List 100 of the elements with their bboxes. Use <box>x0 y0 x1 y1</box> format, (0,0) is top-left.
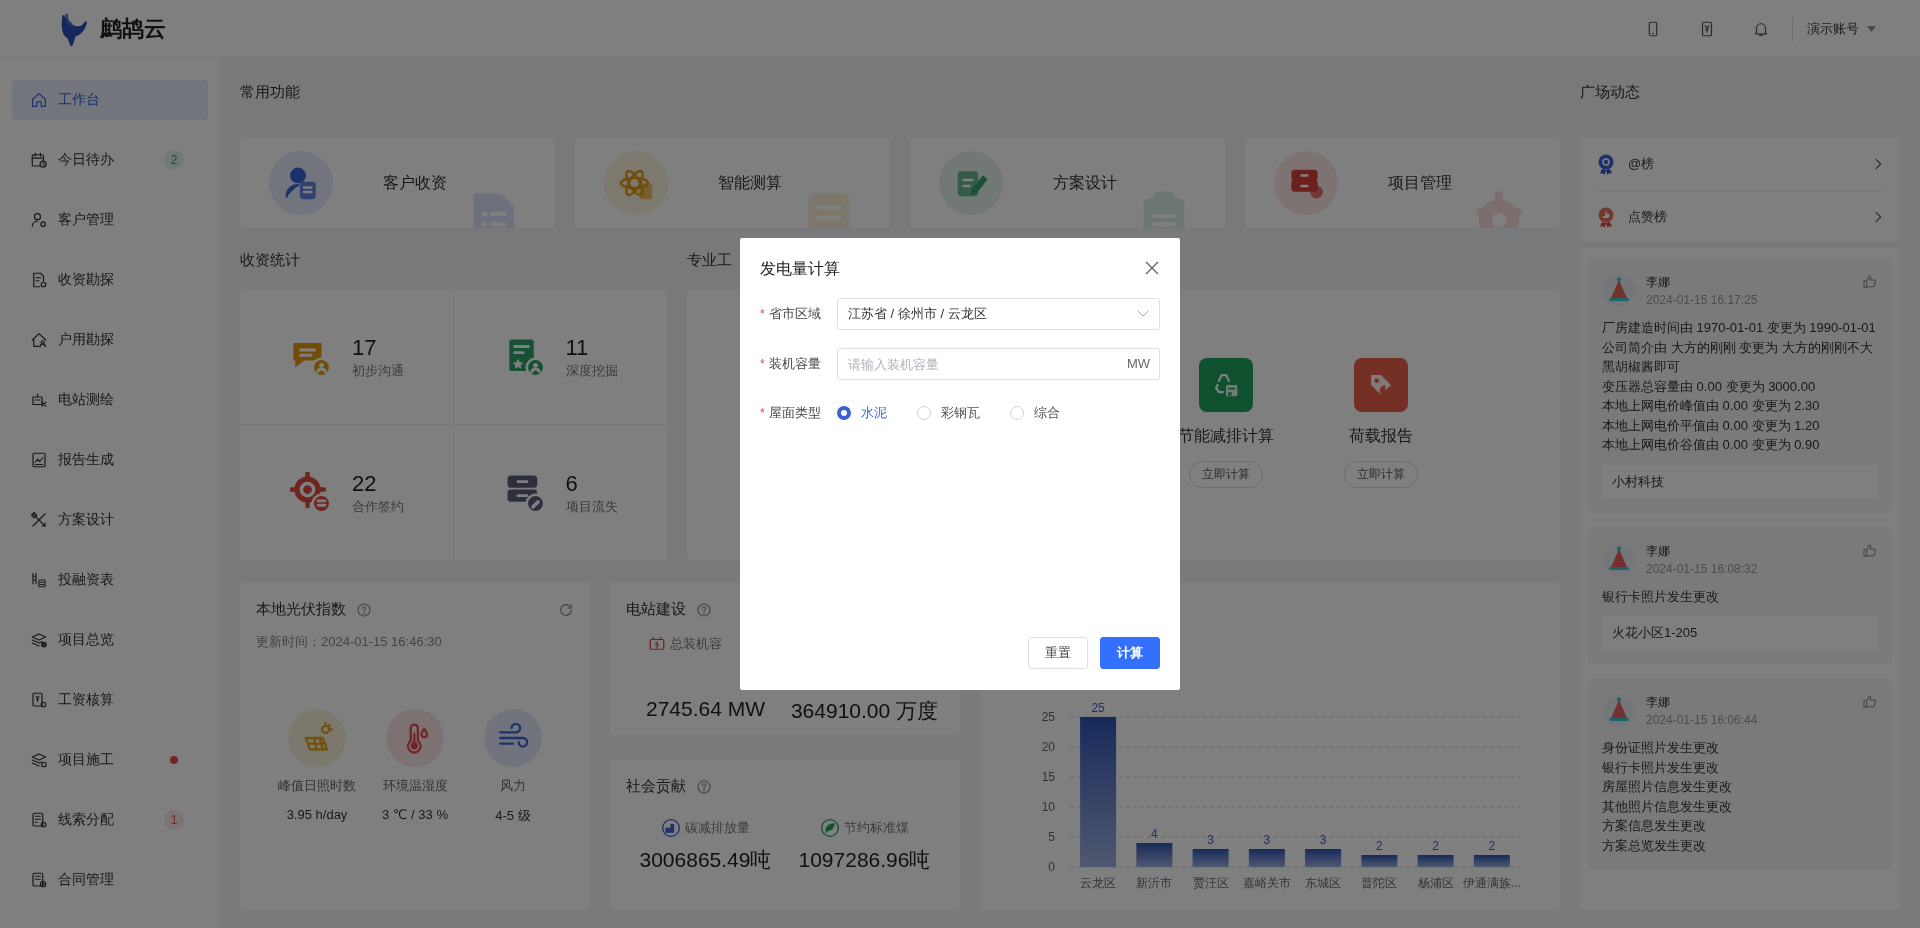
yen-document-gear-icon <box>30 691 48 709</box>
stat-label: 深度挖掘 <box>565 362 618 380</box>
home-icon <box>30 91 48 109</box>
metric-label: 环境温湿度 <box>382 777 448 795</box>
target-gear-icon <box>290 471 332 514</box>
sidebar-item[interactable]: 报告生成 <box>12 440 208 480</box>
caret-icon <box>1867 25 1876 32</box>
user-gear-icon <box>30 211 48 229</box>
radio-option[interactable]: 彩钢瓦 <box>917 404 980 422</box>
party-hat-avatar <box>1602 694 1636 728</box>
chevron-down-icon <box>1137 310 1149 318</box>
change-record: 银行卡照片发生更改 <box>1602 758 1720 777</box>
card-title: 电站建设 <box>626 600 686 619</box>
bar <box>1417 855 1454 867</box>
factory-circle-icon <box>661 818 681 838</box>
calculate-button[interactable]: 立即计算 <box>1189 461 1263 488</box>
sidebar-item[interactable]: 工作台 <box>12 80 208 120</box>
change-record: 方案总览发生更改 <box>1602 836 1707 855</box>
region-select[interactable]: 江苏省 / 徐州市 / 云龙区 <box>837 298 1160 330</box>
sidebar-item[interactable]: 项目施工 <box>12 740 208 780</box>
metric-label: 风力 <box>500 777 526 795</box>
section-title: 广场动态 <box>1580 82 1641 102</box>
change-record: 变压器总容量由 0.00 变更为 3000.00 <box>1602 377 1817 396</box>
data-label: 3 <box>1319 833 1327 847</box>
card-title: 本地光伏指数 <box>256 600 346 619</box>
sidebar-item[interactable]: 客户管理 <box>12 200 208 240</box>
stat-label: 初步沟通 <box>352 362 404 380</box>
thumbs-up-icon <box>1862 274 1878 290</box>
tag-pie-chart-icon[interactable] <box>1354 358 1408 412</box>
sidebar-item[interactable]: 投融资表 <box>12 560 208 600</box>
function-label: 客户收资 <box>383 172 447 193</box>
change-record: 房屋照片信息发生更改 <box>1602 778 1733 796</box>
ranking-link[interactable]: @榜 <box>1594 138 1886 190</box>
calendar-clock-icon <box>30 151 48 169</box>
function-label: 项目管理 <box>1388 172 1452 193</box>
bar <box>1473 855 1510 867</box>
function-card[interactable]: 智能测算 <box>575 138 890 228</box>
layers-gear-icon <box>30 751 48 769</box>
stat-label: 项目流失 <box>565 497 618 516</box>
reset-button[interactable]: 重置 <box>1028 637 1088 669</box>
section-title: 常用功能 <box>240 82 301 102</box>
calculate-button[interactable]: 计算 <box>1100 637 1160 669</box>
change-record: 公司简介由 大方的刚刚 变更为 大方的刚刚不大黑胡椒酱即可 <box>1602 338 1874 376</box>
sidebar-item[interactable]: 项目总览 <box>12 620 208 660</box>
bar <box>1192 849 1229 867</box>
user-document-icon <box>283 165 319 201</box>
account-menu[interactable]: 演示账号 <box>1807 19 1876 38</box>
axis-category-label: 嘉峪关市 <box>1242 876 1291 890</box>
house-user-icon <box>30 331 48 349</box>
function-card[interactable]: 方案设计 <box>910 138 1225 228</box>
axis-category-label: 普陀区 <box>1361 876 1398 890</box>
data-label: 25 <box>1091 701 1105 715</box>
axis-category-label: 云龙区 <box>1080 876 1117 890</box>
bar <box>1136 843 1173 867</box>
party-hat-avatar <box>1602 274 1636 308</box>
change-record: 身份证照片发生更改 <box>1602 739 1720 757</box>
list-gear-icon <box>30 811 48 829</box>
bar <box>1248 849 1285 867</box>
metric-value: 2745.64 MW <box>645 697 766 721</box>
sidebar-item[interactable]: 合同管理 <box>12 860 208 900</box>
sidebar-item[interactable]: 工资核算 <box>12 680 208 720</box>
metric-label: 总装机容 <box>670 635 722 653</box>
section-title: 收资统计 <box>240 250 301 270</box>
layers-clock-icon <box>30 631 48 649</box>
calculate-button[interactable]: 立即计算 <box>1344 461 1418 488</box>
tool-label: 节能减排计算 <box>1178 426 1274 446</box>
function-card[interactable]: 项目管理 <box>1245 138 1560 228</box>
recycle-calculator-icon[interactable] <box>1199 358 1253 412</box>
party-hat-avatar <box>1602 542 1636 577</box>
radio-option[interactable]: 综合 <box>1010 404 1060 422</box>
data-label: 4 <box>1151 827 1158 841</box>
radio-option[interactable]: 水泥 <box>837 404 887 422</box>
status-dot <box>170 756 178 764</box>
sidebar-item[interactable]: 户用勘探 <box>12 320 208 360</box>
tool-label: 荷载报告 <box>1349 426 1413 446</box>
stat-value: 6 <box>565 469 579 498</box>
metric-value: 3 ℃ / 33 % <box>382 807 448 822</box>
data-label: 2 <box>1376 839 1383 853</box>
sidebar-item[interactable]: 收资勘探 <box>12 260 208 300</box>
bar <box>1361 855 1398 867</box>
stat-value: 22 <box>352 469 378 498</box>
stat-value: 11 <box>565 334 590 362</box>
survey-tool-icon <box>30 391 48 409</box>
function-card[interactable]: 客户收资 <box>240 138 555 228</box>
metric-label: 峰值日照时数 <box>278 777 356 795</box>
sidebar-item[interactable]: 线索分配 1 <box>12 800 208 840</box>
ranking-link[interactable]: 点赞榜 <box>1594 190 1886 242</box>
sidebar-item[interactable]: 方案设计 <box>12 500 208 540</box>
data-label: 3 <box>1263 833 1271 847</box>
metric-value: 364910.00 万度 <box>790 698 939 724</box>
user-name: 李娜 <box>1646 274 1671 291</box>
function-label: 方案设计 <box>1053 172 1117 193</box>
sidebar-item[interactable]: 电站测绘 <box>12 380 208 420</box>
project-tag: 火花小区1-205 <box>1602 616 1878 650</box>
change-record: 本地上网电价平值由 0.00 变更为 1.20 <box>1602 416 1821 435</box>
axis-category-label: 贾汪区 <box>1192 876 1229 890</box>
field-label: 省市区域 <box>768 305 821 323</box>
data-label: 2 <box>1432 839 1439 853</box>
sidebar-item[interactable]: 今日待办 2 <box>12 140 208 180</box>
axis-tick-label: 0 <box>1048 860 1055 874</box>
